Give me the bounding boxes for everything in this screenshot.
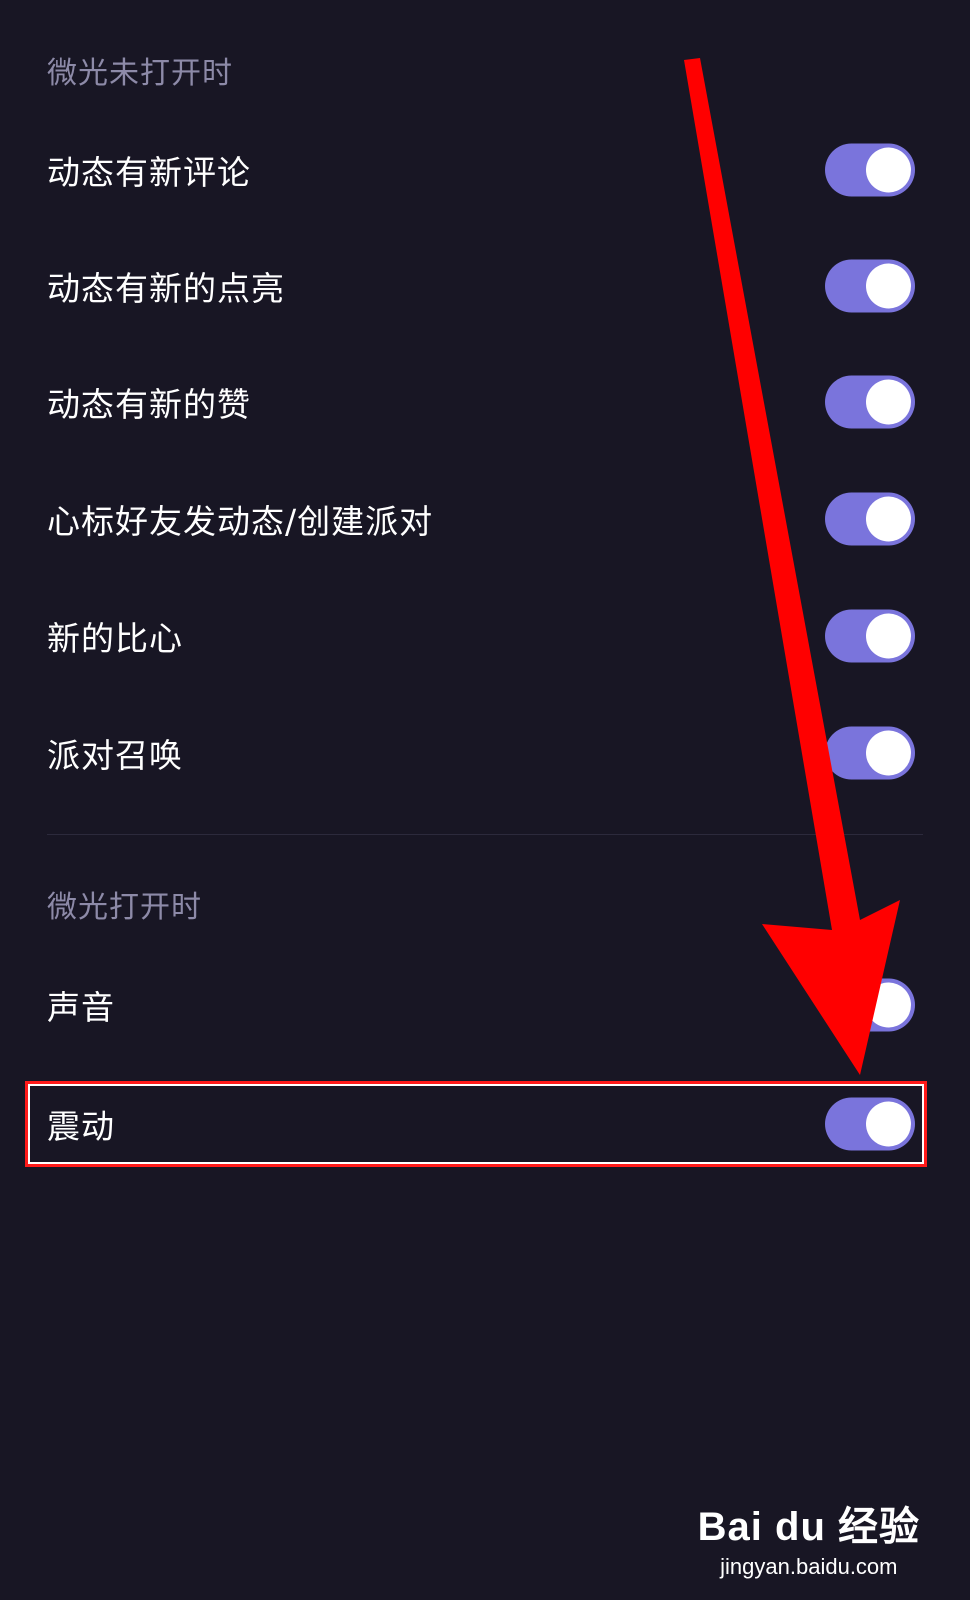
- setting-label: 动态有新的赞: [47, 385, 251, 424]
- toggle-knob: [866, 379, 911, 425]
- setting-row-party-summon[interactable]: 派对召唤: [0, 703, 970, 803]
- toggle-switch[interactable]: [825, 978, 915, 1032]
- section-header-off: 微光未打开时: [47, 56, 233, 91]
- toggle-switch[interactable]: [825, 609, 915, 663]
- toggle-switch[interactable]: [825, 726, 915, 780]
- toggle-switch[interactable]: [825, 375, 915, 429]
- setting-label: 声音: [47, 988, 115, 1027]
- toggle-switch[interactable]: [825, 259, 915, 313]
- setting-label: 动态有新的点亮: [47, 269, 285, 308]
- toggle-knob: [866, 263, 911, 309]
- toggle-knob: [866, 982, 911, 1028]
- toggle-knob: [866, 730, 911, 776]
- section-divider: [47, 834, 923, 835]
- toggle-knob: [866, 147, 911, 193]
- setting-label: 派对召唤: [47, 736, 183, 775]
- setting-row-new-heart[interactable]: 新的比心: [0, 586, 970, 686]
- toggle-switch[interactable]: [825, 143, 915, 197]
- setting-label: 心标好友发动态/创建派对: [47, 502, 434, 541]
- watermark-url: jingyan.baidu.com: [720, 1554, 898, 1579]
- setting-row-new-like[interactable]: 动态有新的赞: [0, 352, 970, 452]
- toggle-knob: [866, 613, 911, 659]
- toggle-knob: [866, 496, 911, 542]
- section-header-on: 微光打开时: [47, 890, 202, 925]
- setting-row-sound[interactable]: 声音: [0, 955, 970, 1055]
- setting-row-new-comment[interactable]: 动态有新评论: [0, 120, 970, 220]
- setting-row-new-light[interactable]: 动态有新的点亮: [0, 236, 970, 336]
- toggle-switch[interactable]: [825, 492, 915, 546]
- highlight-box: [25, 1081, 927, 1167]
- setting-row-starred-friend[interactable]: 心标好友发动态/创建派对: [0, 469, 970, 569]
- setting-label: 新的比心: [47, 619, 183, 658]
- setting-label: 动态有新评论: [47, 153, 251, 192]
- baidu-watermark: Bai du 经验 jingyan.baidu.com: [698, 1494, 920, 1580]
- watermark-logo: Bai du 经验: [697, 1505, 920, 1549]
